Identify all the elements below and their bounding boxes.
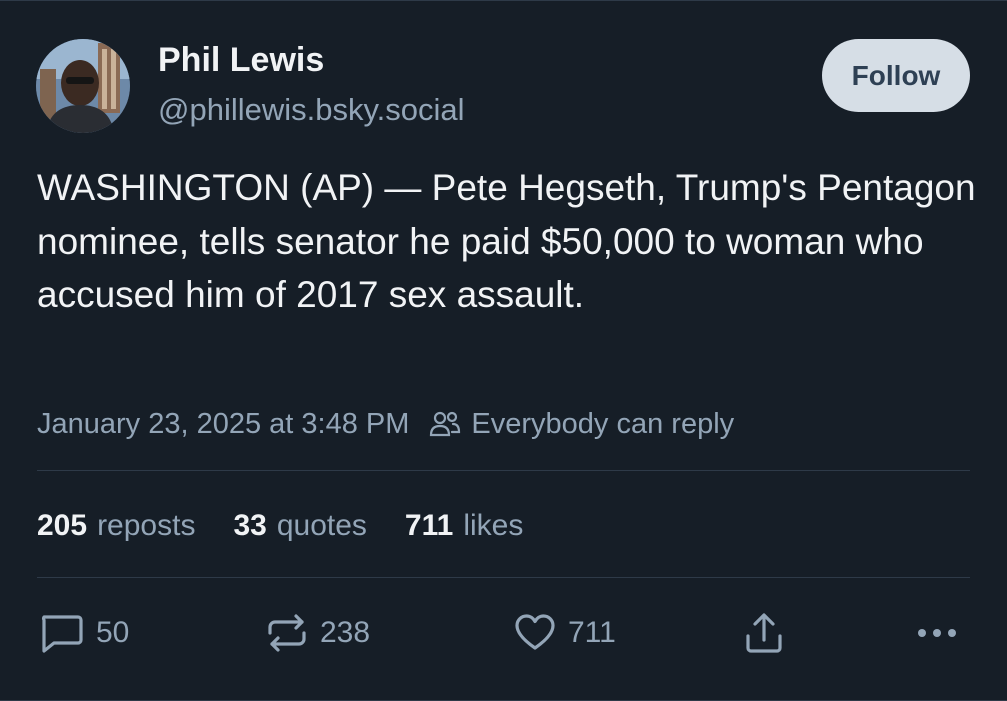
- author-display-name[interactable]: Phil Lewis: [158, 41, 324, 80]
- follow-button[interactable]: Follow: [822, 39, 970, 112]
- engagement-stats: 205 reposts 33 quotes 711 likes: [37, 506, 561, 546]
- user-photo-avatar-icon: [36, 39, 130, 133]
- post-meta: January 23, 2025 at 3:48 PM Everybody ca…: [37, 404, 734, 444]
- like-count: 711: [568, 616, 616, 649]
- post-text: WASHINGTON (AP) — Pete Hegseth, Trump's …: [37, 167, 976, 315]
- share-icon: [746, 613, 782, 653]
- divider: [37, 470, 970, 471]
- repost-button[interactable]: 238: [266, 611, 370, 655]
- divider: [37, 577, 970, 578]
- likes-label: likes: [463, 509, 524, 542]
- heart-icon: [515, 614, 555, 650]
- more-options-icon: [918, 629, 956, 637]
- people-icon: [430, 411, 461, 437]
- reply-count: 50: [96, 616, 130, 649]
- reposts-stat[interactable]: 205 reposts: [37, 509, 195, 543]
- quotes-stat[interactable]: 33 quotes: [233, 509, 366, 543]
- more-options-button[interactable]: [916, 611, 958, 655]
- reposts-label: reposts: [97, 509, 196, 542]
- repost-count: 238: [320, 616, 371, 649]
- repost-icon: [268, 614, 306, 652]
- reply-button[interactable]: 50: [38, 611, 129, 655]
- post-timestamp[interactable]: January 23, 2025 at 3:48 PM: [37, 408, 409, 441]
- likes-count: 711: [404, 509, 454, 542]
- like-button[interactable]: 711: [514, 611, 616, 655]
- quotes-label: quotes: [276, 509, 367, 542]
- share-button[interactable]: [744, 611, 784, 655]
- likes-stat[interactable]: 711 likes: [405, 509, 523, 543]
- author-avatar[interactable]: [36, 39, 130, 133]
- author-handle[interactable]: @phillewis.bsky.social: [158, 92, 465, 128]
- reply-setting-label: Everybody can reply: [471, 407, 735, 440]
- reply-bubble-icon: [42, 615, 83, 653]
- quotes-count: 33: [233, 509, 267, 542]
- reposts-count: 205: [37, 509, 88, 542]
- post-thread-view: Phil Lewis @phillewis.bsky.social Follow…: [0, 0, 1007, 701]
- reply-setting[interactable]: Everybody can reply: [429, 408, 734, 441]
